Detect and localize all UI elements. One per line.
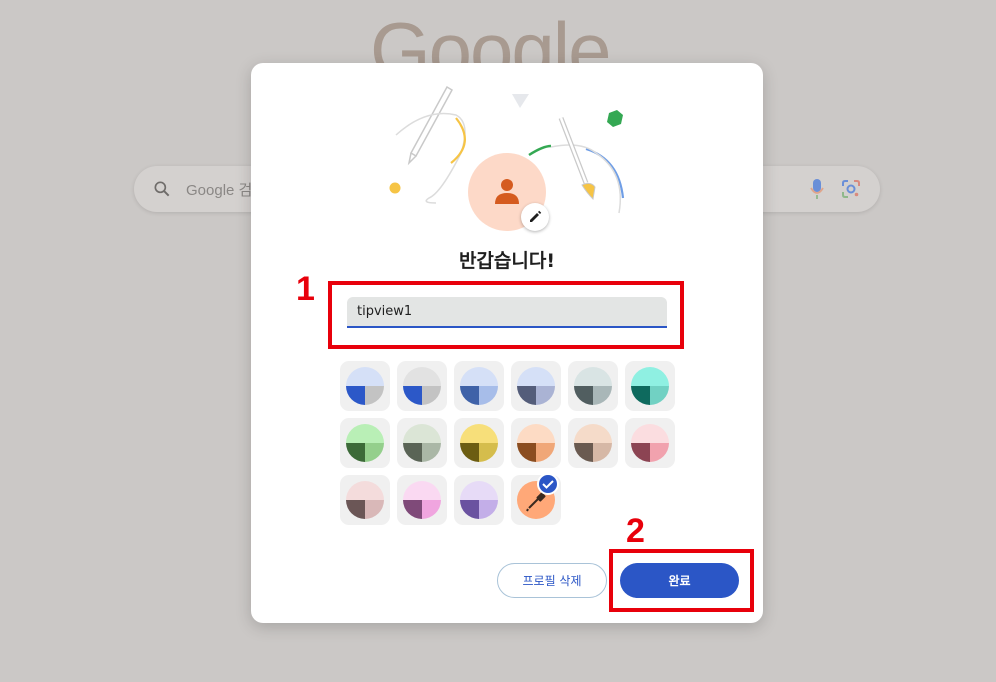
color-swatch-tan[interactable] <box>568 418 618 468</box>
color-swatch-orange[interactable] <box>511 418 561 468</box>
annotation-number-2: 2 <box>626 512 645 550</box>
color-swatch-pink[interactable] <box>625 418 675 468</box>
color-swatch-rose[interactable] <box>340 475 390 525</box>
color-swatch-aqua[interactable] <box>625 361 675 411</box>
color-swatch-slate[interactable] <box>511 361 561 411</box>
color-swatch-green[interactable] <box>340 418 390 468</box>
color-swatch-magenta[interactable] <box>397 475 447 525</box>
mic-icon[interactable] <box>810 178 824 200</box>
color-swatch-blue-grey[interactable] <box>340 361 390 411</box>
color-swatch-yellow[interactable] <box>454 418 504 468</box>
delete-profile-button[interactable]: 프로필 삭제 <box>497 563 607 598</box>
color-swatch-lavender[interactable] <box>454 475 504 525</box>
person-icon <box>495 179 519 204</box>
color-swatch-blue[interactable] <box>454 361 504 411</box>
color-swatch-grey-teal[interactable] <box>568 361 618 411</box>
lens-icon[interactable] <box>841 179 861 199</box>
color-swatch-grey-blue[interactable] <box>397 361 447 411</box>
pencil-icon <box>530 210 542 222</box>
annotation-number-1: 1 <box>296 270 315 308</box>
search-icon <box>154 181 170 197</box>
color-swatch-custom[interactable] <box>511 473 561 525</box>
edit-avatar-button[interactable] <box>521 203 549 231</box>
annotation-box-1 <box>328 281 684 349</box>
checkmark-icon <box>542 480 554 489</box>
color-swatch-sage[interactable] <box>397 418 447 468</box>
selected-check <box>537 473 559 495</box>
annotation-box-2 <box>609 549 754 612</box>
greeting-title: 반갑습니다! <box>458 250 556 272</box>
